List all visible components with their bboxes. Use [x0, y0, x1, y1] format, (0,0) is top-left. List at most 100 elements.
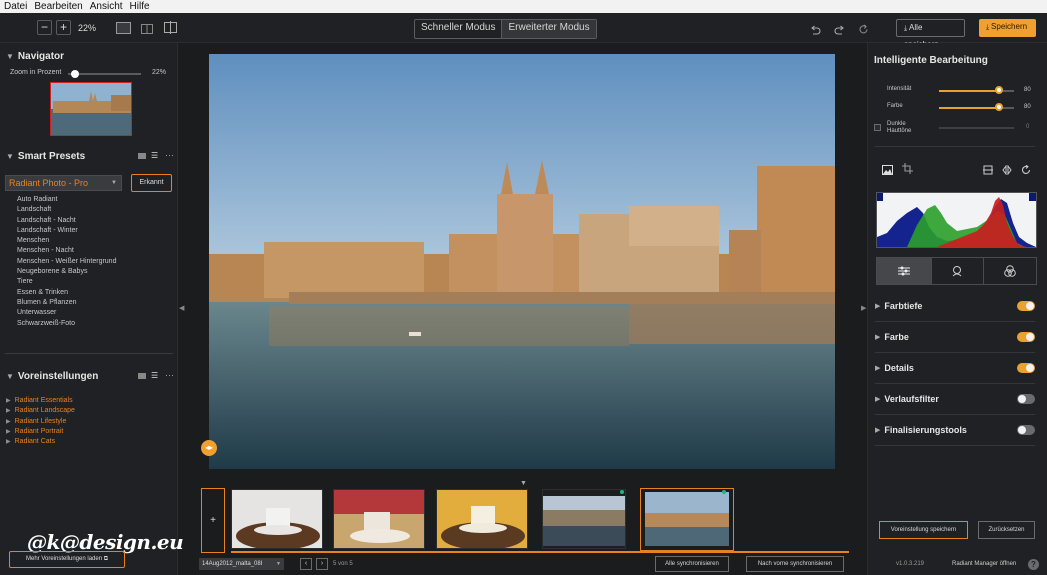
grid-view-icon[interactable] [138, 153, 146, 159]
list-item[interactable]: Auto Radiant [17, 195, 116, 205]
list-view-icon[interactable]: ☰ [151, 372, 158, 380]
slider-value: 0 [1026, 124, 1030, 130]
list-view-icon[interactable]: ☰ [151, 152, 158, 160]
previous-image-button[interactable]: ‹ [300, 558, 312, 570]
dark-skin-slider[interactable] [939, 127, 1014, 129]
flip-horizontal-icon[interactable] [1002, 162, 1012, 176]
menu-bearbeiten[interactable]: Bearbeiten [30, 1, 85, 12]
list-item[interactable]: Schwarzweiß-Foto [17, 319, 116, 329]
collapse-left-icon[interactable]: ◀ [179, 304, 184, 312]
list-item[interactable]: Landschaft - Winter [17, 226, 116, 236]
slider-knob[interactable] [995, 86, 1003, 94]
list-item-active[interactable]: Landschaft [17, 205, 116, 215]
undo-icon[interactable] [810, 22, 821, 35]
filename-dropdown[interactable]: 14Aug2012_malta_08I ▼ [199, 558, 284, 570]
collapse-right-icon[interactable]: ▶ [861, 304, 866, 312]
sync-forward-button[interactable]: Nach vorne synchronisieren [746, 556, 844, 572]
menu-datei[interactable]: Datei [0, 1, 30, 12]
navigator-header[interactable]: ▼ Navigator [6, 51, 64, 62]
list-item[interactable]: ▶ Radiant Portrait [6, 427, 75, 437]
sync-all-button[interactable]: Alle synchronisieren [655, 556, 729, 572]
grid-view-icon[interactable] [138, 373, 146, 379]
tab-color[interactable] [983, 258, 1036, 284]
save-preset-button[interactable]: Voreinstellung speichern [879, 521, 968, 539]
external-link-icon: ⧉ [103, 556, 109, 562]
zoom-in-button[interactable]: + [56, 20, 71, 35]
filmstrip-scrollbar[interactable] [231, 551, 849, 553]
list-item[interactable]: Menschen - Weißer Hintergrund [17, 257, 116, 267]
list-item[interactable]: Landschaft - Nacht [17, 216, 116, 226]
split-view-icon[interactable] [141, 22, 153, 34]
section-farbtiefe[interactable]: ▶ Farbtiefe [875, 291, 1035, 322]
reset-icon[interactable] [858, 22, 869, 34]
filmstrip-thumb[interactable] [436, 489, 528, 549]
rotate-icon[interactable] [1021, 162, 1031, 174]
compare-handle-icon[interactable]: ◂▸ [201, 440, 217, 456]
list-item[interactable]: Neugeborene & Babys [17, 267, 116, 277]
save-button[interactable]: ⤓ Speichern [979, 19, 1036, 37]
tab-portrait[interactable] [930, 258, 984, 284]
save-all-button[interactable]: ⤓ Alle speichern [896, 19, 965, 49]
smart-presets-title: Smart Presets [17, 151, 86, 162]
dark-skin-checkbox[interactable] [874, 124, 881, 131]
section-label: Farbtiefe [884, 301, 923, 311]
toggle-switch[interactable] [1017, 332, 1035, 342]
menu-ansicht[interactable]: Ansicht [86, 1, 126, 12]
load-more-presets-button[interactable]: Mehr Voreinstellungen laden ⧉ [9, 551, 125, 568]
section-details[interactable]: ▶ Details [875, 353, 1035, 384]
fast-mode-button[interactable]: Schneller Modus [415, 20, 503, 38]
filmstrip-collapse-icon[interactable]: ▼ [520, 480, 527, 487]
section-finalisierungstools[interactable]: ▶ Finalisierungstools [875, 415, 1035, 446]
crop-icon[interactable] [902, 161, 913, 174]
toggle-switch[interactable] [1017, 301, 1035, 311]
list-item[interactable]: ▶ Radiant Essentials [6, 396, 75, 406]
section-farbe[interactable]: ▶ Farbe [875, 322, 1035, 353]
more-options-icon[interactable]: ··· [165, 150, 174, 160]
filmstrip-thumb[interactable] [542, 489, 626, 549]
voreinstellungen-title: Voreinstellungen [17, 371, 99, 382]
image-icon[interactable] [882, 162, 893, 175]
filmstrip-thumb[interactable] [333, 489, 425, 549]
list-item[interactable]: ▶ Radiant Lifestyle [6, 417, 75, 427]
detected-button[interactable]: Erkannt [131, 174, 172, 192]
voreinstellungen-header[interactable]: ▼ Voreinstellungen [6, 371, 98, 382]
divider [5, 353, 173, 354]
zoom-value: 22% [78, 23, 97, 33]
section-verlaufsfilter[interactable]: ▶ Verlaufsfilter [875, 384, 1035, 415]
compare-view-icon[interactable] [164, 21, 177, 34]
toggle-switch[interactable] [1017, 425, 1035, 435]
radiant-manager-link[interactable]: Radiant Manager öffnen [952, 561, 1016, 567]
navigator-zoom-knob[interactable] [71, 70, 79, 78]
reset-button[interactable]: Zurücksetzen [978, 521, 1035, 539]
single-view-icon[interactable] [116, 22, 131, 34]
filmstrip-thumb-selected[interactable] [640, 488, 734, 551]
list-item[interactable]: ▶ Radiant Landscape [6, 406, 75, 416]
list-item[interactable]: Blumen & Pflanzen [17, 298, 116, 308]
tab-adjustments[interactable] [877, 258, 931, 284]
navigator-preview[interactable] [50, 82, 132, 136]
list-item[interactable]: Essen & Trinken [17, 288, 116, 298]
more-options-icon[interactable]: ··· [165, 370, 174, 380]
zoom-out-button[interactable]: − [37, 20, 52, 35]
list-item[interactable]: ▶ Radiant Cats [6, 437, 75, 447]
list-item[interactable]: Menschen - Nacht [17, 246, 116, 256]
smart-presets-header[interactable]: ▼ Smart Presets [6, 151, 85, 162]
preset-dropdown[interactable]: Radiant Photo - Pro ▼ [5, 175, 122, 191]
main-photo[interactable] [209, 54, 835, 469]
toggle-switch[interactable] [1017, 363, 1035, 373]
list-item[interactable]: Unterwasser [17, 308, 116, 318]
redo-icon[interactable] [834, 22, 845, 35]
help-icon[interactable]: ? [1028, 559, 1039, 570]
list-item[interactable]: Menschen [17, 236, 116, 246]
next-image-button[interactable]: › [316, 558, 328, 570]
filmstrip-thumb[interactable] [231, 489, 323, 549]
list-item[interactable]: Tiere [17, 277, 116, 287]
menu-hilfe[interactable]: Hilfe [126, 1, 153, 12]
slider-knob[interactable] [995, 103, 1003, 111]
flip-vertical-icon[interactable] [983, 162, 993, 175]
toggle-switch[interactable] [1017, 394, 1035, 404]
advanced-mode-button[interactable]: Erweiterter Modus [502, 20, 596, 38]
color-slider[interactable] [939, 103, 1014, 111]
intensity-slider[interactable] [939, 86, 1014, 94]
add-image-button[interactable]: + [201, 488, 225, 553]
